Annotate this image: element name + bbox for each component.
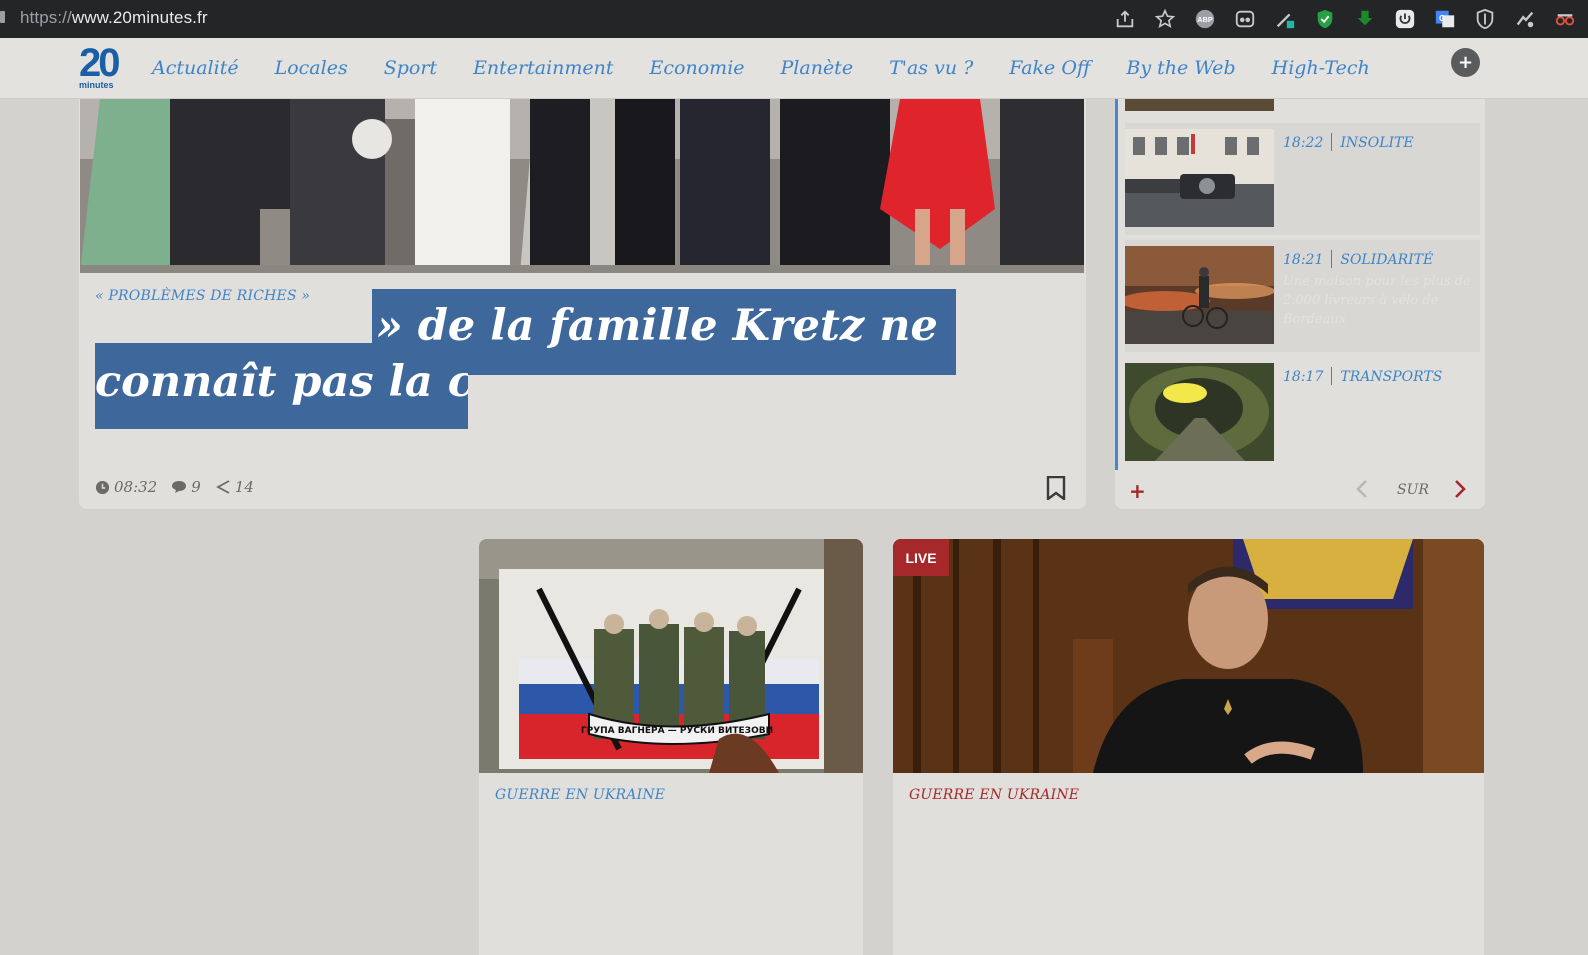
shield-check-icon[interactable] [1310,4,1340,34]
reader-icon[interactable] [1230,4,1260,34]
svg-text:ABP: ABP [1197,15,1213,24]
svg-text:G: G [1439,14,1445,23]
adblock-icon[interactable]: ABP [1190,4,1220,34]
download-icon[interactable] [1350,4,1380,34]
address-bar[interactable]: https://www.20minutes.fr [20,8,208,28]
feed-item-header[interactable]: 18:17 TRANSPORTS [1283,367,1442,385]
feed-time: 18:17 [1283,369,1324,385]
clock-icon [95,480,110,494]
headline-line-2[interactable]: connaît pas la c [95,357,468,417]
feed-item[interactable]: 18:17 TRANSPORTS [1125,357,1480,469]
power-icon[interactable] [1390,4,1420,34]
share-count-value: 14 [234,478,254,496]
site-logo[interactable]: 20 minutes [79,41,125,92]
article-card[interactable]: LIVE GUERRE EN UKRAINE [893,539,1484,955]
comment-count[interactable]: 9 [171,478,201,496]
pen-icon[interactable] [1270,4,1300,34]
nav-high-tech[interactable]: High-Tech [1272,57,1370,79]
browser-toolbar: https://www.20minutes.fr ABP G [0,0,1588,38]
chevron-left-icon[interactable] [1355,479,1369,499]
nav-economie[interactable]: Economie [650,57,745,79]
nav-locales[interactable]: Locales [275,57,348,79]
more-sections-button[interactable]: + [1451,48,1480,77]
star-icon[interactable] [1150,4,1180,34]
url-scheme: https:// [20,8,72,27]
feed-pager: + SUR [1115,470,1485,510]
puzzle-icon[interactable] [1510,4,1540,34]
live-badge: LIVE [893,539,949,576]
feed-item[interactable]: 18:21 SOLIDARITÉ Une maison pour les plus… [1125,240,1480,352]
nav-tas-vu[interactable]: T'as vu ? [889,57,973,79]
feed-category: TRANSPORTS [1340,369,1443,385]
share-icon[interactable] [1110,4,1140,34]
ublock-icon[interactable] [1470,4,1500,34]
article-rubric[interactable]: « PROBLÈMES DE RICHES » [95,288,310,304]
hero-article[interactable]: « PROBLÈMES DE RICHES » » de la famille … [79,99,1086,509]
main-nav: Actualité Locales Sport Entertainment Ec… [152,57,1406,79]
nav-fake-off[interactable]: Fake Off [1009,57,1090,79]
feed-pager-label: SUR [1397,482,1429,498]
mural-text: ГРУПА ВАГНЕРА — РУСКИ ВИТЕЗОВИ [581,726,773,736]
publish-time-value: 08:32 [114,478,158,496]
feed-item[interactable]: 18:22 INSOLITE [1125,123,1480,235]
nav-entertainment[interactable]: Entertainment [473,57,613,79]
feed-thumbnail[interactable] [1125,246,1274,344]
feed-thumbnail[interactable] [1125,99,1274,111]
card-rubric[interactable]: GUERRE EN UKRAINE [495,787,665,803]
bookmark-icon[interactable] [1046,476,1066,500]
nav-planete[interactable]: Planète [781,57,854,79]
nav-by-the-web[interactable]: By the Web [1126,57,1235,79]
article-meta: 08:32 9 14 [95,478,254,496]
feed-item-header[interactable]: 18:22 INSOLITE [1283,133,1414,151]
feed-thumbnail[interactable] [1125,363,1274,461]
hero-image[interactable] [80,99,1084,273]
nav-sport[interactable]: Sport [384,57,437,79]
article-image[interactable]: ГРУПА ВАГНЕРА — РУСКИ ВИТЕЗОВИ [479,539,863,773]
article-image[interactable]: LIVE [893,539,1484,773]
site-header: 20 minutes Actualité Locales Sport Enter… [0,38,1588,99]
lock-icon[interactable] [0,11,5,23]
share-count[interactable]: 14 [215,478,254,496]
logo-number: 20 [79,41,121,85]
chevron-right-icon[interactable] [1453,479,1467,499]
feed-time: 18:22 [1283,135,1324,151]
feed-time: 18:21 [1283,252,1324,268]
nav-actualite[interactable]: Actualité [152,57,239,79]
feed-summary[interactable]: Une maison pour les plus de 2.000 livreu… [1283,272,1473,329]
article-card[interactable]: ГРУПА ВАГНЕРА — РУСКИ ВИТЕЗОВИ GUERRE EN… [479,539,863,955]
spy-icon[interactable] [1550,4,1580,34]
comment-count-value: 9 [191,478,201,496]
url-host: www.20minutes.fr [71,8,208,27]
feed-item-header[interactable]: 18:21 SOLIDARITÉ [1283,250,1433,268]
feed-timeline [1115,99,1118,470]
comment-icon [172,481,187,493]
publish-time: 08:32 [95,478,157,496]
extension-bar: ABP G [1110,4,1580,34]
logo-word: minutes [79,80,114,90]
share-icon [215,480,230,494]
feed-category: INSOLITE [1340,135,1414,151]
headline-line-1[interactable]: » de la famille Kretz ne [376,301,956,359]
feed-thumbnail[interactable] [1125,129,1274,227]
translate-icon[interactable]: G [1430,4,1460,34]
card-rubric[interactable]: GUERRE EN UKRAINE [909,787,1079,803]
feed-category: SOLIDARITÉ [1340,252,1434,268]
feed-more-button[interactable]: + [1129,479,1146,503]
